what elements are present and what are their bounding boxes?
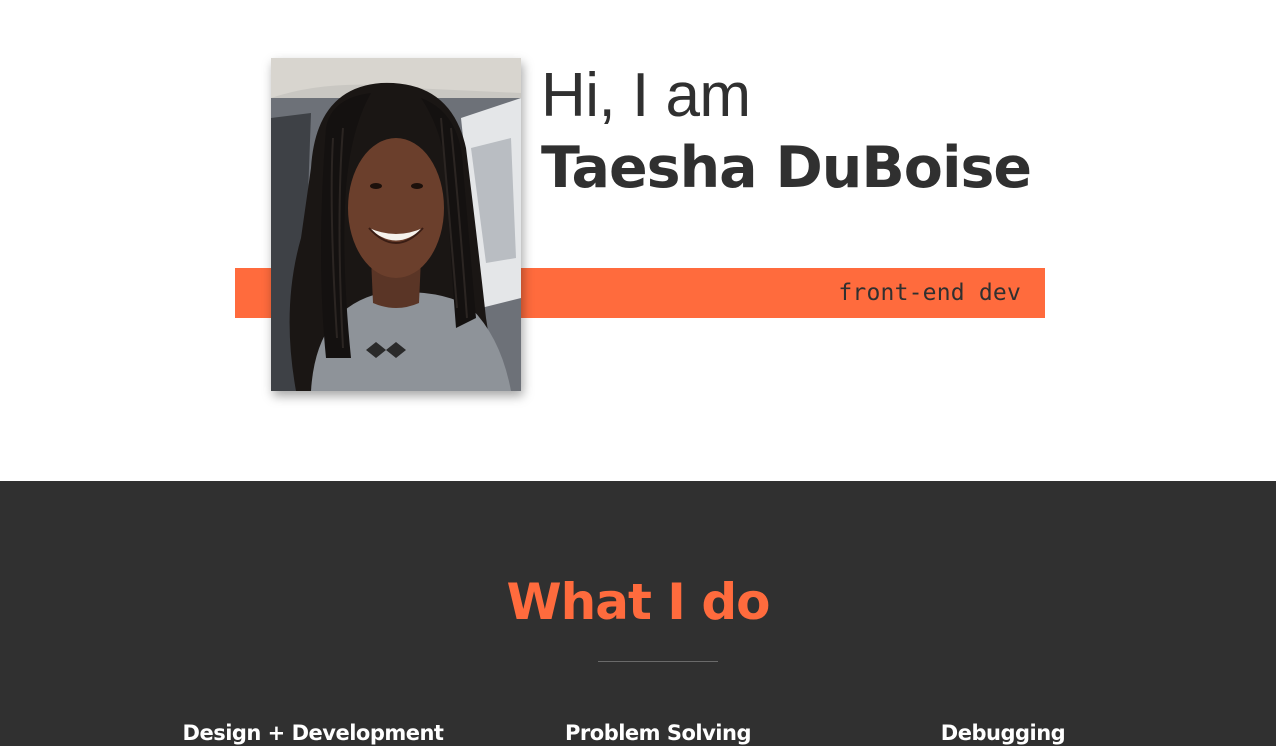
skill-problem-solving: Problem Solving <box>565 721 751 745</box>
skill-debugging: Debugging <box>940 721 1066 745</box>
section-divider <box>598 661 718 662</box>
profile-photo-illustration <box>271 58 521 391</box>
skill-design-development: Design + Development <box>182 721 444 745</box>
greeting-text: Hi, I am <box>541 61 751 130</box>
profile-photo <box>271 58 521 391</box>
what-i-do-section: What I do Design + Development Problem S… <box>0 481 1276 746</box>
section-title: What I do <box>506 573 771 631</box>
intro-section: front-end dev Hi, I am Taesha DuBoise <box>0 0 1276 481</box>
name-heading: Taesha DuBoise <box>541 135 1032 201</box>
subtitle-text: front-end dev <box>838 280 1021 306</box>
